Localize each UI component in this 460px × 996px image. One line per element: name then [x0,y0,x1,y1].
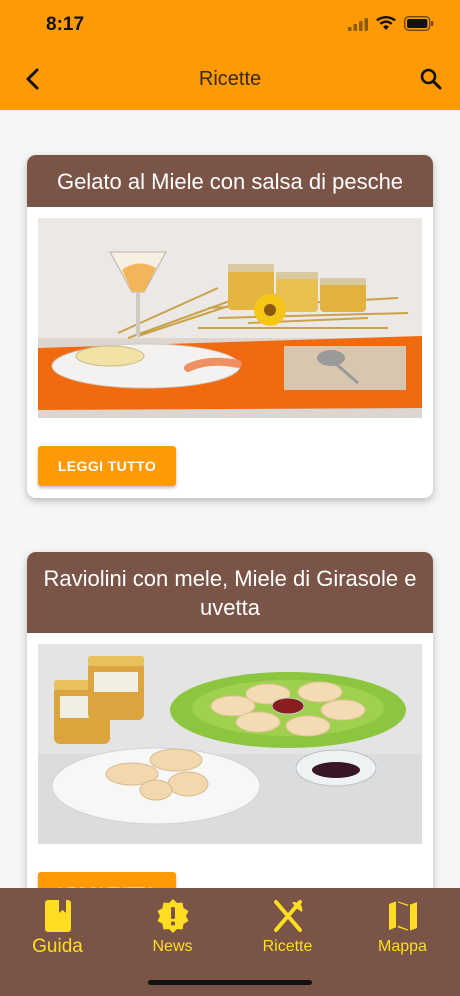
utensils-icon [273,900,302,932]
app-bar: Ricette [0,50,460,110]
wifi-icon [376,16,396,30]
search-icon [420,68,442,90]
nav-item-guida[interactable]: Guida [0,898,115,958]
recipe-image [38,218,422,418]
nav-label: Guida [32,936,83,957]
recipe-card[interactable]: Raviolini con mele, Miele di Girasole e … [27,552,433,888]
nav-label: Mappa [378,938,427,955]
book-icon [44,900,71,932]
alert-badge-icon [157,899,188,933]
recipe-card[interactable]: Gelato al Miele con salsa di pesche LEGG… [27,155,433,498]
status-icons [348,16,434,31]
signal-icon [348,17,368,31]
home-indicator[interactable] [148,980,312,985]
read-more-button[interactable]: LEGGI TUTTO [38,872,176,888]
map-icon [388,901,417,931]
nav-label: News [152,938,193,955]
status-bar: 8:17 [0,0,460,50]
page-title: Ricette [198,68,262,90]
nav-item-mappa[interactable]: Mappa [345,898,460,956]
recipe-title: Raviolini con mele, Miele di Girasole e … [27,552,433,633]
recipe-image [38,644,422,844]
screen: 8:17 Ricette Gelato al Miele con salsa d… [0,0,460,996]
battery-icon [404,16,434,31]
nav-item-news[interactable]: News [115,898,230,956]
status-time: 8:17 [46,14,85,35]
nav-item-ricette[interactable]: Ricette [230,898,345,956]
search-button[interactable] [416,64,446,94]
recipe-title: Gelato al Miele con salsa di pesche [27,155,433,207]
read-more-button[interactable]: LEGGI TUTTO [38,446,176,486]
recipe-list[interactable]: Gelato al Miele con salsa di pesche LEGG… [0,110,460,888]
top-bar: 8:17 Ricette [0,0,460,110]
nav-label: Ricette [262,938,313,955]
